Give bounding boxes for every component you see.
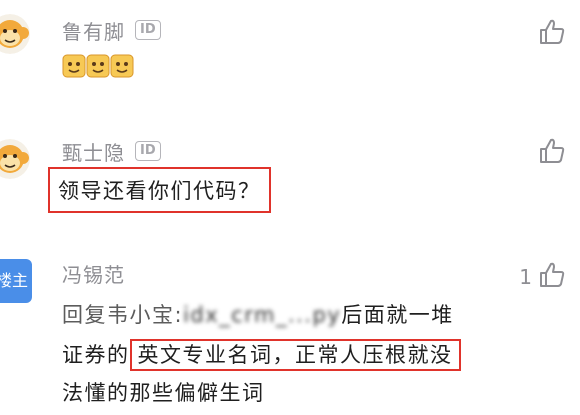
text-segment: 证券的: [62, 343, 130, 367]
thumbs-up-icon[interactable]: [538, 18, 566, 46]
username[interactable]: 甄士隐: [62, 137, 125, 166]
id-badge: ID: [135, 20, 161, 40]
id-badge: ID: [135, 141, 161, 161]
emoji-row: [62, 54, 134, 78]
obscured-text: idx_crm_...py: [183, 303, 342, 327]
comment-line: 回复韦小宝:idx_crm_...py后面就一堆: [62, 299, 454, 329]
text-segment: 后面就一堆: [341, 303, 454, 327]
text-segment: 法懂的那些偏僻生词: [62, 381, 265, 405]
thumbs-up-icon[interactable]: [538, 261, 566, 289]
comment-item: 楼主 冯锡范 1 回复韦小宝:idx_crm_...py后面就一堆 证券的 英文专…: [0, 255, 580, 415]
comment-line: 法懂的那些偏僻生词: [62, 377, 265, 407]
username[interactable]: 鲁有脚: [62, 16, 125, 45]
monkey-avatar-icon: [0, 14, 30, 54]
username[interactable]: 冯锡范: [62, 259, 125, 288]
comment-line: 证券的 英文专业名词，正常人压根就没: [62, 339, 461, 371]
author-badge: 楼主: [0, 259, 32, 303]
monkey-emoji-icon: [110, 54, 134, 78]
monkey-avatar-icon: [0, 139, 30, 179]
name-row: 鲁有脚 ID: [62, 16, 161, 44]
comment-text: 领导还看你们代码？: [48, 167, 271, 213]
thumbs-up-icon[interactable]: [538, 137, 566, 165]
like-count: 1: [519, 265, 532, 289]
avatar[interactable]: [0, 14, 30, 54]
monkey-emoji-icon: [86, 54, 110, 78]
name-row: 冯锡范: [62, 259, 125, 287]
highlight-box: 英文专业名词，正常人压根就没: [129, 339, 461, 371]
avatar[interactable]: [0, 139, 30, 179]
comment-item: 鲁有脚 ID: [0, 0, 580, 110]
highlight-box: 领导还看你们代码？: [48, 167, 271, 213]
comment-item: 甄士隐 ID 领导还看你们代码？: [0, 125, 580, 235]
name-row: 甄士隐 ID: [62, 137, 161, 165]
comment-thread: 鲁有脚 ID 甄士隐 ID 领导还看你们代码？ 楼主 冯锡范 1 回复韦小宝:i…: [0, 0, 580, 415]
reply-prefix[interactable]: 回复韦小宝:: [62, 303, 183, 327]
monkey-emoji-icon: [62, 54, 86, 78]
